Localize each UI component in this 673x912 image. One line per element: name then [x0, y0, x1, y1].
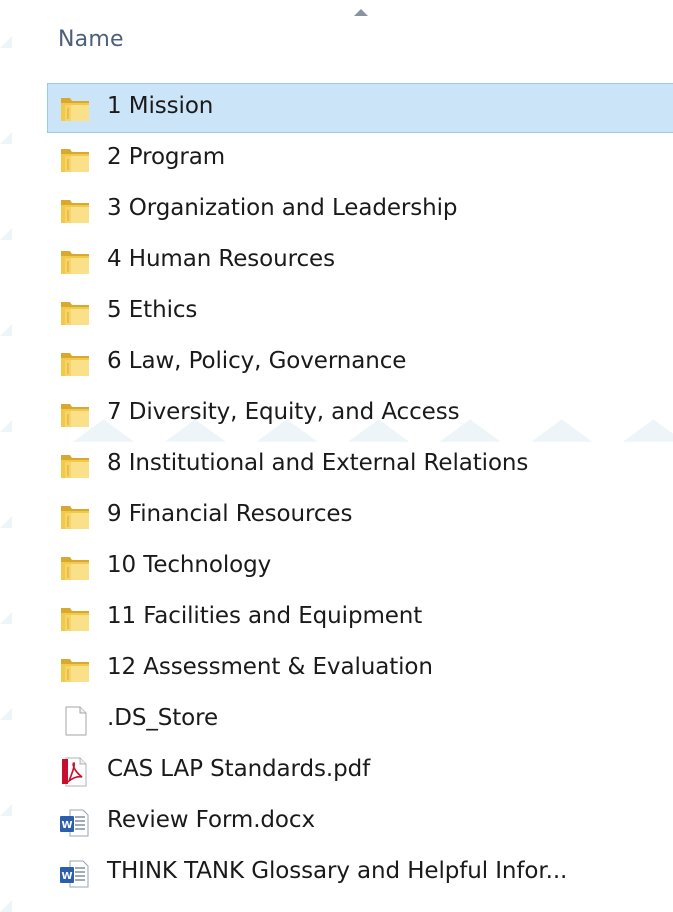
folder-row[interactable]: 8 Institutional and External Relations — [47, 440, 673, 490]
folder-row[interactable]: 3 Organization and Leadership — [47, 185, 673, 235]
svg-text:W: W — [61, 820, 72, 831]
file-row[interactable]: W THINK TANK Glossary and Helpful Infor.… — [47, 848, 673, 898]
item-name-label: Review Form.docx — [107, 807, 315, 833]
folder-row[interactable]: 10 Technology — [47, 542, 673, 592]
folder-row[interactable]: 9 Financial Resources — [47, 491, 673, 541]
file-list-panel: Name 1 Mission 2 Program 3 Organization … — [12, 0, 673, 912]
column-header: Name — [12, 0, 673, 72]
folder-icon — [59, 604, 91, 634]
file-row[interactable]: CAS LAP Standards.pdf — [47, 746, 673, 796]
item-name-label: 5 Ethics — [107, 297, 198, 323]
item-name-label: 11 Facilities and Equipment — [107, 603, 423, 629]
folder-icon — [59, 298, 91, 328]
item-name-label: 6 Law, Policy, Governance — [107, 348, 407, 374]
folder-row[interactable]: 2 Program — [47, 134, 673, 184]
folder-icon — [59, 553, 91, 583]
pdf-file-icon — [59, 757, 91, 787]
folder-icon — [59, 400, 91, 430]
folder-row[interactable]: 6 Law, Policy, Governance — [47, 338, 673, 388]
folder-icon — [59, 145, 91, 175]
item-name-label: CAS LAP Standards.pdf — [107, 756, 371, 782]
item-name-label: 4 Human Resources — [107, 246, 335, 272]
item-name-label: 7 Diversity, Equity, and Access — [107, 399, 460, 425]
folder-row[interactable]: 4 Human Resources — [47, 236, 673, 286]
item-name-label: THINK TANK Glossary and Helpful Infor... — [107, 858, 568, 884]
folder-icon — [59, 451, 91, 481]
item-name-label: 10 Technology — [107, 552, 272, 578]
file-row[interactable]: .DS_Store — [47, 695, 673, 745]
item-name-label: 1 Mission — [107, 93, 214, 119]
folder-row[interactable]: 5 Ethics — [47, 287, 673, 337]
folder-icon — [59, 196, 91, 226]
folder-icon — [59, 502, 91, 532]
folder-row[interactable]: 7 Diversity, Equity, and Access — [47, 389, 673, 439]
item-name-label: 3 Organization and Leadership — [107, 195, 458, 221]
item-name-label: 9 Financial Resources — [107, 501, 353, 527]
folder-icon — [59, 94, 91, 124]
item-name-label: 8 Institutional and External Relations — [107, 450, 529, 476]
folder-icon — [59, 655, 91, 685]
svg-text:W: W — [61, 871, 72, 882]
folder-row[interactable]: 11 Facilities and Equipment — [47, 593, 673, 643]
word-doc-icon: W — [59, 808, 91, 838]
word-doc-icon: W — [59, 859, 91, 889]
folder-icon — [59, 349, 91, 379]
generic-file-icon — [59, 706, 91, 736]
name-column-header[interactable]: Name — [58, 27, 124, 52]
item-name-label: 12 Assessment & Evaluation — [107, 654, 433, 680]
item-name-label: 2 Program — [107, 144, 226, 170]
folder-row[interactable]: 1 Mission — [47, 83, 673, 133]
folder-row[interactable]: 12 Assessment & Evaluation — [47, 644, 673, 694]
item-name-label: .DS_Store — [107, 705, 219, 731]
sort-ascending-icon[interactable] — [354, 9, 368, 16]
folder-icon — [59, 247, 91, 277]
file-row[interactable]: W Review Form.docx — [47, 797, 673, 847]
